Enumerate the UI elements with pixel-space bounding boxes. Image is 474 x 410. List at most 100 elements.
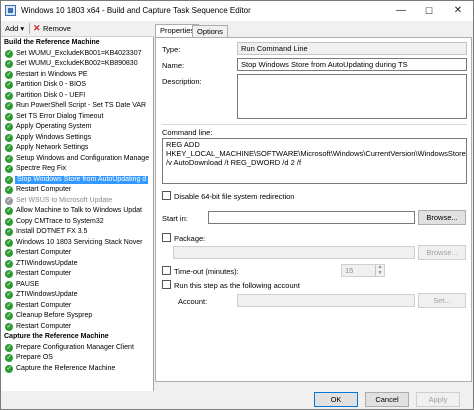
timeout-value: 15 [345, 266, 354, 275]
tree-step-label: Restart Computer [16, 322, 72, 330]
command-line-field[interactable]: REG ADD HKEY_LOCAL_MACHINE\SOFTWARE\Micr… [162, 138, 467, 184]
tree-step-label: Apply Network Settings [16, 144, 89, 151]
ok-button[interactable]: OK [314, 392, 358, 407]
disable-redirection-checkbox[interactable] [162, 191, 171, 200]
name-field[interactable]: Stop Windows Store from AutoUpdating dur… [237, 58, 467, 71]
tree-step-label: Run PowerShell Script - Set TS Date VAR [16, 102, 147, 109]
properties-panel: Properties Options Type: Run Command Lin… [154, 21, 473, 391]
tree-step-label: ZTIWindowsUpdate [16, 259, 78, 267]
step-check-icon: ✓ [5, 154, 13, 163]
description-field[interactable] [237, 74, 467, 119]
step-check-icon: ✓ [5, 186, 13, 194]
tree-step-label: Set WUMU_ExcludeKB002=KB890830 [16, 60, 138, 67]
package-browse-button: Browse... [418, 245, 466, 260]
divider [162, 124, 467, 125]
step-check-icon: ✓ [5, 280, 13, 289]
account-label: Account: [178, 297, 208, 306]
type-field: Run Command Line [237, 42, 467, 55]
tree-step-label: Spectre Reg Fix [16, 165, 67, 172]
timeout-checkbox[interactable] [162, 266, 171, 275]
minimize-button[interactable]: — [387, 1, 415, 21]
tree-step-label: Setup Windows and Configuration Manage [16, 154, 150, 162]
tree-step-label: Partition Disk 0 - BIOS [16, 81, 87, 88]
tree-step-label: Prepare OS [16, 354, 53, 361]
package-label: Package: [174, 234, 206, 243]
sequence-toolbar: Add ▾ ✕ Remove [1, 21, 154, 37]
command-line-label: Command line: [162, 128, 213, 137]
step-check-icon: ✓ [5, 259, 13, 268]
remove-icon[interactable]: ✕ [33, 23, 41, 33]
tree-step-label: Partition Disk 0 - UEFI [16, 91, 86, 99]
step-check-icon: ✓ [5, 60, 13, 68]
step-check-icon: ✓ [5, 175, 13, 184]
step-check-icon: ✓ [5, 312, 13, 320]
run-as-checkbox[interactable] [162, 280, 171, 289]
step-check-icon: ✓ [5, 81, 13, 89]
step-check-icon: ✓ [5, 322, 13, 331]
tree-step-label: Restart Computer [16, 301, 72, 309]
tree-step-label: Copy CMTrace to System32 [16, 217, 104, 225]
step-check-icon: ✓ [5, 123, 13, 131]
spin-arrows: ▲ ▼ [375, 265, 384, 276]
name-label: Name: [162, 61, 185, 70]
tree-step-label: Cleanup Before Sysprep [16, 312, 93, 319]
step-check-icon: ✓ [5, 301, 13, 310]
tree-step-label: Capture the Reference Machine [16, 364, 116, 372]
step-check-icon: ✓ [5, 228, 13, 236]
run-as-label: Run this step as the following account [174, 281, 300, 290]
account-field [237, 294, 415, 307]
tree-step-label: Restart Computer [16, 186, 72, 193]
package-field [173, 246, 415, 259]
tree-step-label: Restart Computer [16, 249, 72, 256]
apply-button: Apply [416, 392, 460, 407]
properties-tab-page: Type: Run Command Line Name: Stop Window… [155, 37, 472, 382]
tree-step-label: Set WUMU_ExcludeKB001=KB4023307 [16, 49, 142, 57]
step-check-icon: ✓ [5, 238, 13, 247]
task-sequence-panel: Add ▾ ✕ Remove Build the Reference Machi… [1, 21, 154, 391]
step-check-icon: ✓ [5, 249, 13, 257]
tree-group[interactable]: Capture the Reference Machine [4, 333, 109, 341]
step-check-icon: ✓ [5, 270, 13, 278]
step-check-icon: ✓ [5, 207, 13, 215]
tree-step-label: Allow Machine to Talk to Windows Updat [16, 207, 142, 214]
step-check-icon: ✓ [5, 364, 13, 373]
tree-group[interactable]: Build the Reference Machine [4, 39, 100, 47]
timeout-stepper: 15 ▲ ▼ [341, 264, 385, 277]
dialog-buttons: OK Cancel Apply [1, 391, 473, 409]
package-checkbox[interactable] [162, 233, 171, 242]
step-check-icon: ✓ [5, 291, 13, 299]
step-check-icon: ✓ [5, 91, 13, 100]
maximize-button[interactable]: ☐ [415, 1, 443, 21]
tree-step-label: PAUSE [16, 280, 40, 288]
cancel-button[interactable]: Cancel [365, 392, 409, 407]
start-in-label: Start in: [162, 214, 188, 223]
title-bar: Windows 10 1803 x64 - Build and Capture … [1, 1, 473, 21]
tree-step-label: Apply Windows Settings [16, 133, 92, 141]
step-check-icon: ✓ [5, 112, 13, 121]
add-menu-button[interactable]: Add ▾ [5, 24, 24, 33]
timeout-label: Time-out (minutes): [174, 267, 239, 276]
step-check-icon: ✓ [5, 49, 13, 58]
start-in-field[interactable] [208, 211, 415, 224]
tree-step-label: Restart Computer [16, 270, 72, 277]
tab-options[interactable]: Options [192, 25, 228, 37]
set-account-button: Set... [418, 293, 466, 308]
tree-step-label: Windows 10 1803 Servicing Stack Nover [16, 238, 143, 246]
step-check-icon: ✓ [5, 343, 13, 352]
tree-step-label: Set TS Error Dialog Timeout [16, 112, 104, 120]
remove-button[interactable]: Remove [43, 24, 71, 33]
tree-step-label: Prepare Configuration Manager Client [16, 343, 134, 351]
step-check-icon: ✓ [5, 165, 13, 173]
start-in-browse-button[interactable]: Browse... [418, 210, 466, 225]
tree-step-label: Apply Operating System [16, 123, 92, 130]
task-sequence-tree[interactable]: Build the Reference Machine ✓ Set WUMU_Exc… [1, 38, 153, 390]
tree-step-label: Restart in Windows PE [16, 70, 88, 78]
tree-step-label: Install DOTNET FX 3.5 [16, 228, 88, 235]
window-title: Windows 10 1803 x64 - Build and Capture … [21, 6, 251, 15]
close-button[interactable]: ✕ [444, 1, 472, 21]
tree-step-label: Set WSUS to Microsoft Update [16, 196, 113, 204]
step-check-icon: ✓ [5, 354, 13, 362]
type-label: Type: [162, 45, 181, 54]
task-sequence-editor-window: Windows 10 1803 x64 - Build and Capture … [0, 0, 474, 410]
tree-step-label: Stop Windows Store from AutoUpdating d [15, 175, 149, 184]
